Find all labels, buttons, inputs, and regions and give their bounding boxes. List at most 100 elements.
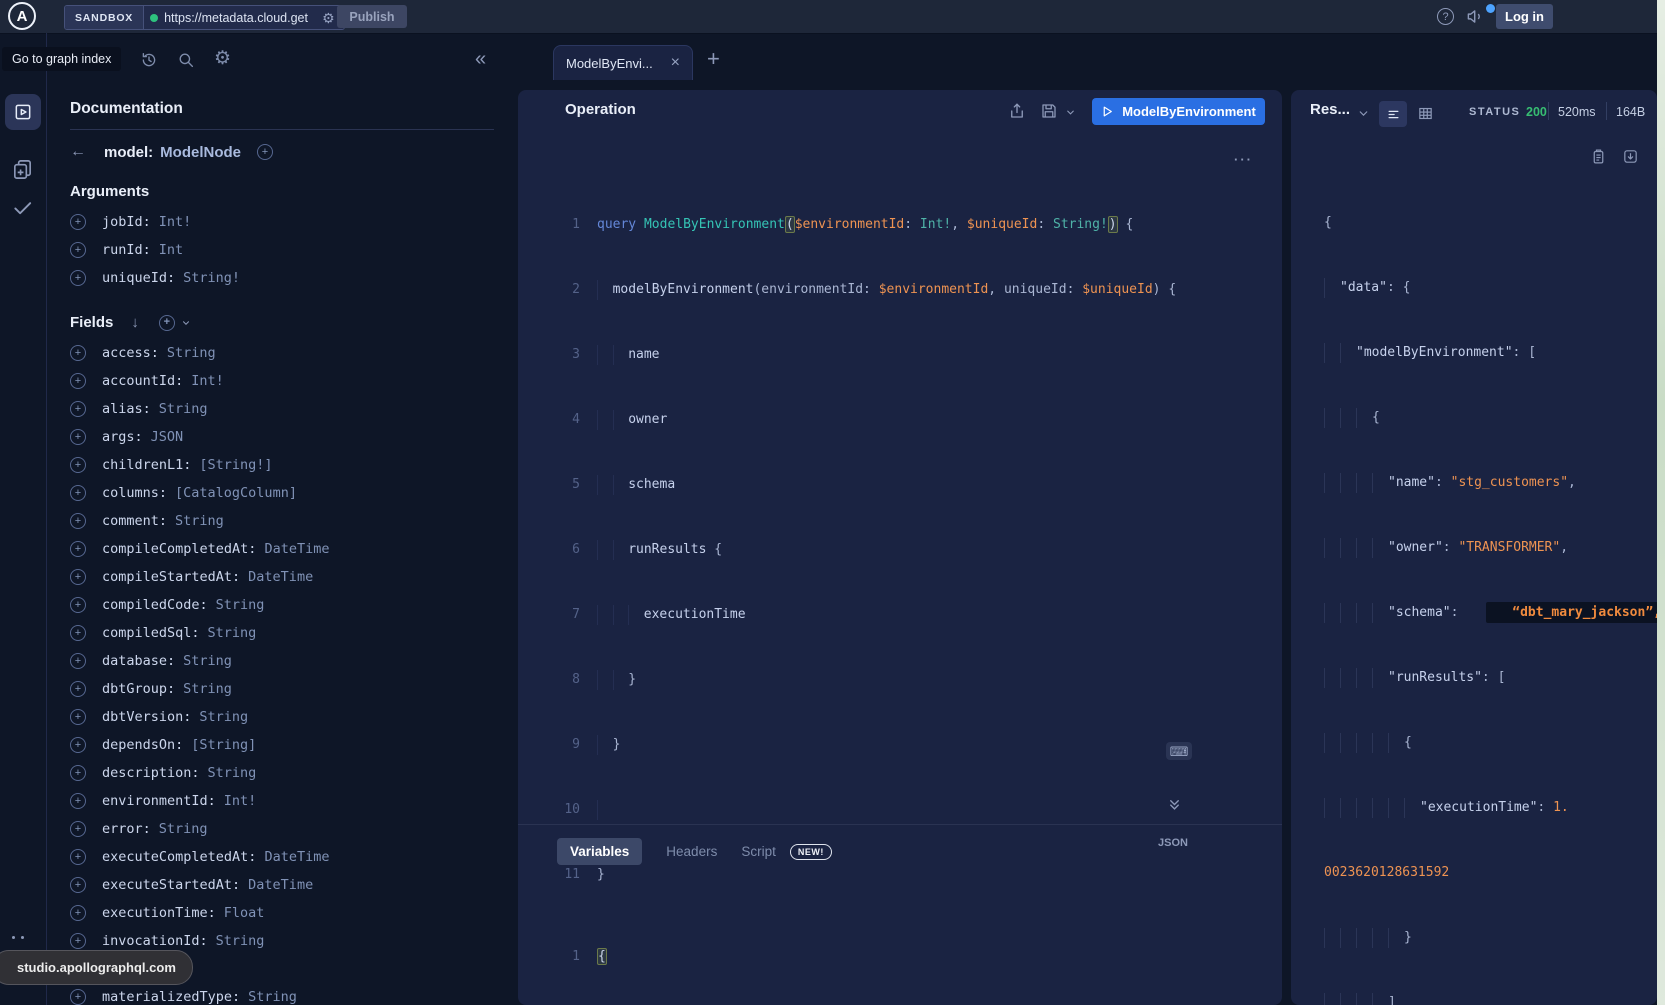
type-name[interactable]: ModelNode: [160, 144, 241, 161]
endpoint-url[interactable]: https://metadata.cloud.get: [164, 11, 316, 25]
field-name[interactable]: access:: [102, 345, 159, 361]
add-field-icon[interactable]: +: [70, 597, 86, 613]
argument-name[interactable]: uniqueId:: [102, 270, 175, 286]
field-name[interactable]: dbtGroup:: [102, 681, 175, 697]
field-type[interactable]: DateTime: [264, 849, 329, 865]
field-name[interactable]: executeCompletedAt:: [102, 849, 256, 865]
field-type[interactable]: [String!]: [199, 457, 272, 473]
field-type[interactable]: JSON: [151, 429, 184, 445]
rail-schema-icon[interactable]: [11, 158, 34, 181]
argument-type[interactable]: Int: [159, 242, 183, 258]
field-name[interactable]: executionTime:: [102, 905, 216, 921]
field-name[interactable]: childrenL1:: [102, 457, 191, 473]
announcements-icon[interactable]: [1466, 7, 1485, 26]
add-field-icon[interactable]: +: [70, 765, 86, 781]
add-argument-icon[interactable]: +: [70, 270, 86, 286]
field-type[interactable]: String: [175, 513, 224, 529]
apollo-logo-icon[interactable]: A: [8, 2, 36, 30]
tab-model-by-environment[interactable]: ModelByEnvi... ×: [553, 45, 693, 80]
argument-name[interactable]: jobId:: [102, 214, 151, 230]
tab-script[interactable]: Script: [741, 844, 776, 859]
add-field-icon[interactable]: +: [70, 345, 86, 361]
search-icon[interactable]: [177, 51, 195, 69]
add-field-icon[interactable]: +: [70, 737, 86, 753]
field-type[interactable]: String: [208, 625, 257, 641]
add-field-icon[interactable]: +: [70, 373, 86, 389]
field-type[interactable]: Int!: [224, 793, 257, 809]
field-type[interactable]: String: [159, 821, 208, 837]
add-field-icon[interactable]: +: [70, 569, 86, 585]
field-type[interactable]: Float: [224, 905, 265, 921]
add-type-icon[interactable]: +: [257, 144, 273, 160]
field-name[interactable]: compiledSql:: [102, 625, 200, 641]
response-viewer[interactable]: { "data": { "modelByEnvironment": [ { "n…: [1324, 153, 1665, 1005]
add-field-icon[interactable]: +: [70, 429, 86, 445]
field-name[interactable]: args:: [102, 429, 143, 445]
add-field-icon[interactable]: +: [70, 989, 86, 1005]
new-tab-icon[interactable]: +: [707, 46, 720, 72]
add-all-fields-icon[interactable]: +: [159, 315, 175, 331]
help-icon[interactable]: ?: [1437, 8, 1454, 25]
back-icon[interactable]: ←: [70, 143, 96, 161]
keyboard-shortcuts-icon[interactable]: ⌨: [1166, 742, 1192, 760]
field-name[interactable]: compileCompletedAt:: [102, 541, 256, 557]
add-field-icon[interactable]: +: [70, 905, 86, 921]
field-name[interactable]: compiledCode:: [102, 597, 208, 613]
tab-close-icon[interactable]: ×: [671, 55, 680, 71]
add-field-icon[interactable]: +: [70, 793, 86, 809]
add-field-icon[interactable]: +: [70, 625, 86, 641]
field-type[interactable]: DateTime: [264, 541, 329, 557]
field-name[interactable]: comment:: [102, 513, 167, 529]
history-icon[interactable]: [140, 51, 158, 69]
sandbox-badge[interactable]: SANDBOX: [65, 6, 144, 29]
add-field-icon[interactable]: +: [70, 681, 86, 697]
field-type[interactable]: DateTime: [248, 877, 313, 893]
response-dropdown-chevron-icon[interactable]: [1357, 107, 1370, 120]
view-table-icon[interactable]: [1417, 105, 1434, 122]
field-type[interactable]: [CatalogColumn]: [175, 485, 297, 501]
field-type[interactable]: String: [216, 933, 265, 949]
view-raw-icon[interactable]: [1379, 101, 1407, 127]
fields-options-chevron-icon[interactable]: [181, 318, 191, 328]
collapse-sidebar-icon[interactable]: «: [475, 48, 486, 71]
field-name[interactable]: description:: [102, 765, 200, 781]
add-field-icon[interactable]: +: [70, 513, 86, 529]
argument-type[interactable]: String!: [183, 270, 240, 286]
field-name[interactable]: invocationId:: [102, 933, 208, 949]
publish-button[interactable]: Publish: [337, 5, 407, 28]
field-type[interactable]: DateTime: [248, 569, 313, 585]
add-field-icon[interactable]: +: [70, 849, 86, 865]
field-type[interactable]: String: [248, 989, 297, 1005]
field-type[interactable]: String: [183, 653, 232, 669]
add-field-icon[interactable]: +: [70, 709, 86, 725]
field-type[interactable]: String: [208, 765, 257, 781]
add-field-icon[interactable]: +: [70, 457, 86, 473]
add-field-icon[interactable]: +: [70, 653, 86, 669]
field-type[interactable]: String: [183, 681, 232, 697]
rail-more-icon[interactable]: [12, 926, 30, 944]
rail-checks-icon[interactable]: [11, 196, 34, 219]
sort-fields-icon[interactable]: ↓: [131, 314, 139, 331]
tab-variables[interactable]: Variables: [557, 838, 642, 865]
tab-headers[interactable]: Headers: [666, 844, 717, 859]
field-type[interactable]: String: [216, 597, 265, 613]
save-options-chevron-icon[interactable]: [1065, 107, 1076, 118]
endpoint-url-field[interactable]: https://metadata.cloud.get ⚙: [144, 6, 344, 29]
variables-editor[interactable]: 1{ 2"environmentId": 78, 3"uniqueId": "m…: [518, 887, 1282, 1005]
add-field-icon[interactable]: +: [70, 933, 86, 949]
collapse-variables-icon[interactable]: [1167, 797, 1182, 812]
field-name[interactable]: accountId:: [102, 373, 183, 389]
field-name[interactable]: columns:: [102, 485, 167, 501]
run-operation-button[interactable]: ModelByEnvironment: [1092, 98, 1265, 125]
field-name[interactable]: dbtVersion:: [102, 709, 191, 725]
add-field-icon[interactable]: +: [70, 877, 86, 893]
argument-name[interactable]: runId:: [102, 242, 151, 258]
settings-icon[interactable]: ⚙: [214, 49, 231, 68]
field-name[interactable]: materializedType:: [102, 989, 240, 1005]
field-type[interactable]: String: [159, 401, 208, 417]
add-field-icon[interactable]: +: [70, 821, 86, 837]
field-name[interactable]: compileStartedAt:: [102, 569, 240, 585]
endpoint-settings-icon[interactable]: ⚙: [322, 11, 335, 25]
field-type[interactable]: String: [167, 345, 216, 361]
field-type[interactable]: String: [199, 709, 248, 725]
